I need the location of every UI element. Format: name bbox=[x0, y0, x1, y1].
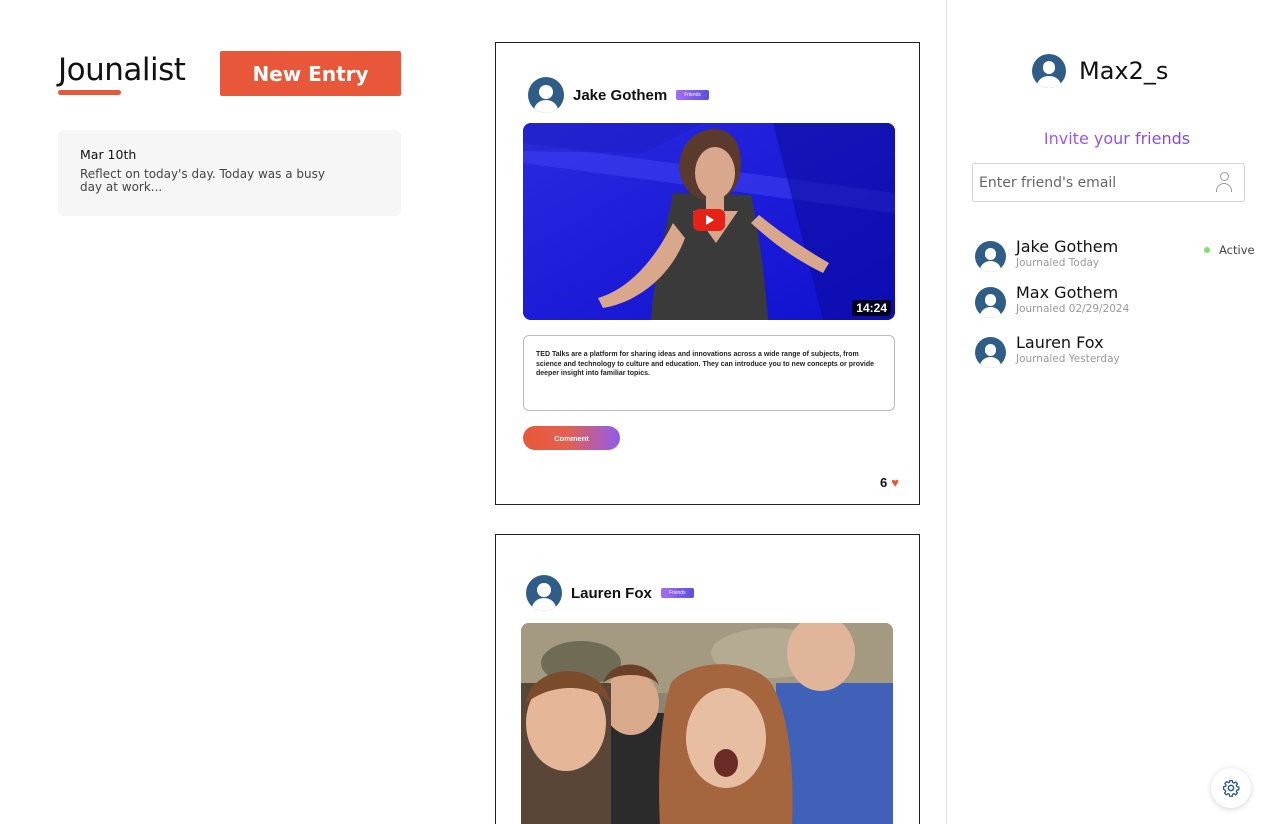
invite-title: Invite your friends bbox=[947, 129, 1270, 148]
active-dot-icon bbox=[1204, 247, 1210, 253]
feed-post: Lauren Fox Friends bbox=[495, 534, 920, 824]
current-user[interactable]: Max2_s bbox=[1032, 54, 1168, 88]
user-avatar-icon bbox=[975, 241, 1006, 272]
status-badge: Active bbox=[1204, 243, 1255, 257]
user-avatar-icon[interactable] bbox=[1032, 54, 1066, 88]
entry-preview: Reflect on today's day. Today was a busy… bbox=[80, 167, 325, 194]
user-avatar-icon[interactable] bbox=[528, 77, 564, 113]
play-icon[interactable] bbox=[693, 209, 725, 231]
friend-last-journaled: Journaled Today bbox=[1016, 257, 1100, 269]
friend-name: Jake Gothem bbox=[1016, 237, 1119, 256]
friend-email-input[interactable] bbox=[973, 164, 1203, 201]
friend-last-journaled: Journaled 02/29/2024 bbox=[1016, 303, 1130, 315]
heart-icon[interactable]: ♥ bbox=[891, 476, 899, 489]
logo-underline bbox=[58, 90, 121, 95]
post-header: Lauren Fox Friends bbox=[526, 575, 694, 611]
friends-badge: Friends bbox=[676, 90, 709, 100]
post-author[interactable]: Jake Gothem bbox=[573, 87, 667, 104]
status-text: Active bbox=[1219, 243, 1255, 257]
friend-item[interactable]: Jake Gothem Journaled Today bbox=[975, 238, 1118, 272]
comment-button[interactable]: Comment bbox=[523, 426, 620, 450]
friend-item[interactable]: Max Gothem Journaled 02/29/2024 bbox=[975, 284, 1129, 318]
friend-item[interactable]: Lauren Fox Journaled Yesterday bbox=[975, 334, 1120, 368]
gear-icon bbox=[1222, 779, 1240, 797]
person-icon bbox=[1216, 172, 1232, 192]
friend-name: Lauren Fox bbox=[1016, 333, 1104, 352]
journal-entry-card[interactable]: Mar 10th Reflect on today's day. Today w… bbox=[58, 130, 401, 216]
group-selfie-photo bbox=[521, 623, 893, 824]
friends-badge: Friends bbox=[660, 588, 694, 598]
post-description: TED Talks are a platform for sharing ide… bbox=[523, 335, 895, 411]
feed-post: Jake Gothem Friends 14:24 TED Talks are … bbox=[495, 42, 920, 505]
like-counter[interactable]: 6 ♥ bbox=[880, 475, 899, 490]
friend-name: Max Gothem bbox=[1016, 283, 1119, 302]
video-duration: 14:24 bbox=[852, 300, 891, 316]
entry-date: Mar 10th bbox=[80, 147, 137, 162]
post-photo[interactable] bbox=[521, 623, 893, 824]
user-avatar-icon bbox=[975, 287, 1006, 318]
post-header: Jake Gothem Friends bbox=[528, 77, 709, 113]
post-author[interactable]: Lauren Fox bbox=[571, 585, 652, 602]
friends-sidebar: Max2_s Invite your friends Jake Gothem J… bbox=[946, 0, 1270, 824]
new-entry-button[interactable]: New Entry bbox=[220, 51, 401, 96]
username: Max2_s bbox=[1079, 57, 1169, 85]
app-logo-title: Jounalist bbox=[58, 52, 186, 88]
friend-last-journaled: Journaled Yesterday bbox=[1016, 353, 1120, 365]
settings-button[interactable] bbox=[1211, 768, 1251, 808]
user-avatar-icon bbox=[975, 337, 1006, 368]
invite-email-field bbox=[972, 163, 1245, 202]
like-count: 6 bbox=[880, 475, 888, 490]
user-avatar-icon[interactable] bbox=[526, 575, 562, 611]
video-thumbnail[interactable]: 14:24 bbox=[523, 123, 895, 320]
